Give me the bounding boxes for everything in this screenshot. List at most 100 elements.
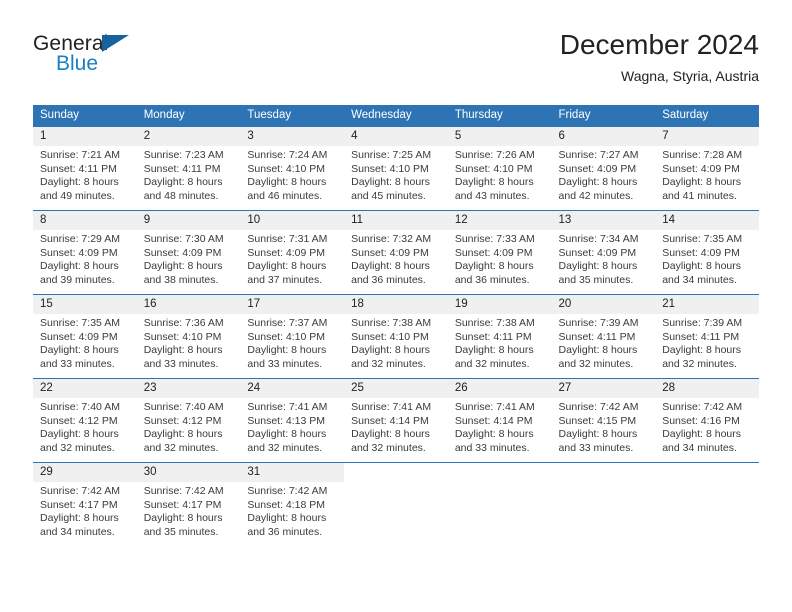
sunset-text: Sunset: 4:13 PM <box>247 414 326 427</box>
sunset-text: Sunset: 4:17 PM <box>40 498 118 511</box>
daylight-text-line2: and 34 minutes. <box>662 273 737 286</box>
calendar-day-cell[interactable]: 7 Sunrise: 7:28 AM Sunset: 4:09 PM Daylight… <box>655 126 759 210</box>
calendar-day-cell[interactable]: 27 Sunrise: 7:42 AM Sunset: 4:15 PM Dayligh… <box>551 378 656 462</box>
daylight-text-line1: Daylight: 8 hours <box>558 428 638 441</box>
sunrise-text: Sunrise: 7:34 AM <box>558 233 639 245</box>
daylight-text-line1: Daylight: 8 hours <box>247 260 327 273</box>
sunset-text: Sunset: 4:15 PM <box>558 414 637 427</box>
logo-triangle-icon <box>102 35 129 52</box>
daylight-text-line1: Daylight: 8 hours <box>454 260 534 273</box>
day-number: 30 <box>136 463 241 482</box>
daylight-text-line2: and 32 minutes. <box>454 357 530 370</box>
calendar-day-cell[interactable]: 24 Sunrise: 7:41 AM Sunset: 4:13 PM Dayligh… <box>240 378 345 462</box>
calendar-day-cell[interactable]: 2 Sunrise: 7:23 AM Sunset: 4:11 PM Daylight… <box>136 126 241 210</box>
day-details: Sunrise: 7:38 AM Sunset: 4:10 PM Daylight:… <box>344 314 448 371</box>
sunset-text: Sunset: 4:12 PM <box>40 414 118 427</box>
weekday-header-thursday: Thursday <box>447 105 552 126</box>
calendar-day-cell[interactable]: 5 Sunrise: 7:26 AM Sunset: 4:10 PM Daylight… <box>447 126 552 210</box>
calendar-day-cell[interactable]: 11 Sunrise: 7:32 AM Sunset: 4:09 PM Dayligh… <box>344 210 448 294</box>
day-details: Sunrise: 7:30 AM Sunset: 4:09 PM Daylight:… <box>137 230 241 287</box>
day-number: 23 <box>136 379 241 398</box>
sunset-text: Sunset: 4:09 PM <box>40 246 118 259</box>
daylight-text-line2: and 33 minutes. <box>143 357 219 370</box>
day-number: 8 <box>33 211 137 230</box>
calendar-day-cell[interactable]: 14 Sunrise: 7:35 AM Sunset: 4:09 PM Dayligh… <box>655 210 759 294</box>
sunset-text: Sunset: 4:18 PM <box>247 498 326 511</box>
daylight-text-line2: and 32 minutes. <box>247 441 323 454</box>
calendar-day-cell[interactable]: 13 Sunrise: 7:34 AM Sunset: 4:09 PM Dayligh… <box>551 210 656 294</box>
sunrise-text: Sunrise: 7:38 AM <box>454 317 535 329</box>
calendar-day-cell[interactable]: 20 Sunrise: 7:39 AM Sunset: 4:11 PM Dayligh… <box>551 294 656 378</box>
day-details: Sunrise: 7:40 AM Sunset: 4:12 PM Daylight:… <box>33 398 137 455</box>
day-number: 9 <box>136 211 241 230</box>
daylight-text-line1: Daylight: 8 hours <box>351 428 430 441</box>
day-number <box>344 463 448 482</box>
daylight-text-line2: and 35 minutes. <box>558 273 634 286</box>
daylight-text-line2: and 48 minutes. <box>143 189 219 202</box>
daylight-text-line2: and 34 minutes. <box>40 525 115 538</box>
day-details: Sunrise: 7:42 AM Sunset: 4:16 PM Daylight:… <box>655 398 759 455</box>
day-number: 22 <box>33 379 137 398</box>
daylight-text-line2: and 33 minutes. <box>454 441 530 454</box>
calendar-day-cell[interactable]: 18 Sunrise: 7:38 AM Sunset: 4:10 PM Dayligh… <box>344 294 448 378</box>
day-details: Sunrise: 7:23 AM Sunset: 4:11 PM Daylight:… <box>137 146 241 203</box>
daylight-text-line2: and 32 minutes. <box>351 441 426 454</box>
calendar-day-cell[interactable]: 25 Sunrise: 7:41 AM Sunset: 4:14 PM Dayligh… <box>344 378 448 462</box>
daylight-text-line2: and 36 minutes. <box>454 273 530 286</box>
calendar-day-cell[interactable]: 6 Sunrise: 7:27 AM Sunset: 4:09 PM Daylight… <box>551 126 656 210</box>
sunset-text: Sunset: 4:09 PM <box>143 246 222 259</box>
day-number: 18 <box>344 295 448 314</box>
daylight-text-line2: and 32 minutes. <box>662 357 737 370</box>
calendar-day-cell[interactable]: 17 Sunrise: 7:37 AM Sunset: 4:10 PM Dayligh… <box>240 294 345 378</box>
day-details: Sunrise: 7:38 AM Sunset: 4:11 PM Daylight:… <box>448 314 552 371</box>
calendar-day-cell[interactable]: 16 Sunrise: 7:36 AM Sunset: 4:10 PM Dayligh… <box>136 294 241 378</box>
calendar-day-cell[interactable]: 28 Sunrise: 7:42 AM Sunset: 4:16 PM Dayligh… <box>655 378 759 462</box>
calendar-day-cell[interactable]: 12 Sunrise: 7:33 AM Sunset: 4:09 PM Dayligh… <box>447 210 552 294</box>
calendar-day-cell[interactable]: 8 Sunrise: 7:29 AM Sunset: 4:09 PM Daylight… <box>33 210 137 294</box>
sunset-text: Sunset: 4:10 PM <box>247 162 326 175</box>
calendar-day-cell[interactable]: 30 Sunrise: 7:42 AM Sunset: 4:17 PM Dayligh… <box>136 462 241 546</box>
daylight-text-line2: and 36 minutes. <box>351 273 426 286</box>
calendar-day-cell[interactable]: 26 Sunrise: 7:41 AM Sunset: 4:14 PM Dayligh… <box>447 378 552 462</box>
calendar-day-cell[interactable]: 3 Sunrise: 7:24 AM Sunset: 4:10 PM Daylight… <box>240 126 345 210</box>
day-number: 13 <box>551 211 656 230</box>
sunset-text: Sunset: 4:10 PM <box>454 162 533 175</box>
day-details: Sunrise: 7:36 AM Sunset: 4:10 PM Daylight:… <box>137 314 241 371</box>
day-number: 5 <box>447 127 552 146</box>
calendar-day-cell[interactable]: 29 Sunrise: 7:42 AM Sunset: 4:17 PM Dayligh… <box>33 462 137 546</box>
sunrise-text: Sunrise: 7:25 AM <box>351 149 432 161</box>
calendar-day-cell[interactable]: 1 Sunrise: 7:21 AM Sunset: 4:11 PM Daylight… <box>33 126 137 210</box>
calendar-day-cell[interactable]: 4 Sunrise: 7:25 AM Sunset: 4:10 PM Daylight… <box>344 126 448 210</box>
day-details: Sunrise: 7:40 AM Sunset: 4:12 PM Daylight:… <box>137 398 241 455</box>
day-number <box>551 463 656 482</box>
weekday-header-friday: Friday <box>551 105 656 126</box>
sunrise-text: Sunrise: 7:31 AM <box>247 233 328 245</box>
calendar-week-row: 22 Sunrise: 7:40 AM Sunset: 4:12 PM Dayligh… <box>33 378 759 462</box>
sunset-text: Sunset: 4:09 PM <box>454 246 533 259</box>
calendar-day-cell[interactable]: 19 Sunrise: 7:38 AM Sunset: 4:11 PM Dayligh… <box>447 294 552 378</box>
sunrise-text: Sunrise: 7:41 AM <box>351 401 432 413</box>
calendar-day-cell[interactable]: 9 Sunrise: 7:30 AM Sunset: 4:09 PM Daylight… <box>136 210 241 294</box>
day-details: Sunrise: 7:29 AM Sunset: 4:09 PM Daylight:… <box>33 230 137 287</box>
calendar-empty-cell <box>655 462 759 546</box>
sunset-text: Sunset: 4:10 PM <box>247 330 326 343</box>
calendar-day-cell[interactable]: 10 Sunrise: 7:31 AM Sunset: 4:09 PM Dayligh… <box>240 210 345 294</box>
daylight-text-line1: Daylight: 8 hours <box>662 176 742 189</box>
sunset-text: Sunset: 4:11 PM <box>662 330 740 343</box>
calendar-week-row: 15 Sunrise: 7:35 AM Sunset: 4:09 PM Dayligh… <box>33 294 759 378</box>
calendar-week-row: 29 Sunrise: 7:42 AM Sunset: 4:17 PM Dayligh… <box>33 462 759 546</box>
daylight-text-line2: and 37 minutes. <box>247 273 323 286</box>
calendar-day-cell[interactable]: 31 Sunrise: 7:42 AM Sunset: 4:18 PM Dayligh… <box>240 462 345 546</box>
sunset-text: Sunset: 4:17 PM <box>143 498 222 511</box>
calendar-day-cell[interactable]: 21 Sunrise: 7:39 AM Sunset: 4:11 PM Dayligh… <box>655 294 759 378</box>
sunrise-text: Sunrise: 7:42 AM <box>143 485 224 497</box>
day-number: 6 <box>551 127 656 146</box>
calendar-day-cell[interactable]: 22 Sunrise: 7:40 AM Sunset: 4:12 PM Dayligh… <box>33 378 137 462</box>
calendar-week-row: 8 Sunrise: 7:29 AM Sunset: 4:09 PM Daylight… <box>33 210 759 294</box>
sunrise-text: Sunrise: 7:37 AM <box>247 317 328 329</box>
sunrise-text: Sunrise: 7:35 AM <box>40 317 120 329</box>
calendar-day-cell[interactable]: 23 Sunrise: 7:40 AM Sunset: 4:12 PM Dayligh… <box>136 378 241 462</box>
calendar-page: General Blue December 2024 Wagna, Styria… <box>0 0 792 612</box>
sunrise-text: Sunrise: 7:40 AM <box>143 401 224 413</box>
calendar-day-cell[interactable]: 15 Sunrise: 7:35 AM Sunset: 4:09 PM Dayligh… <box>33 294 137 378</box>
